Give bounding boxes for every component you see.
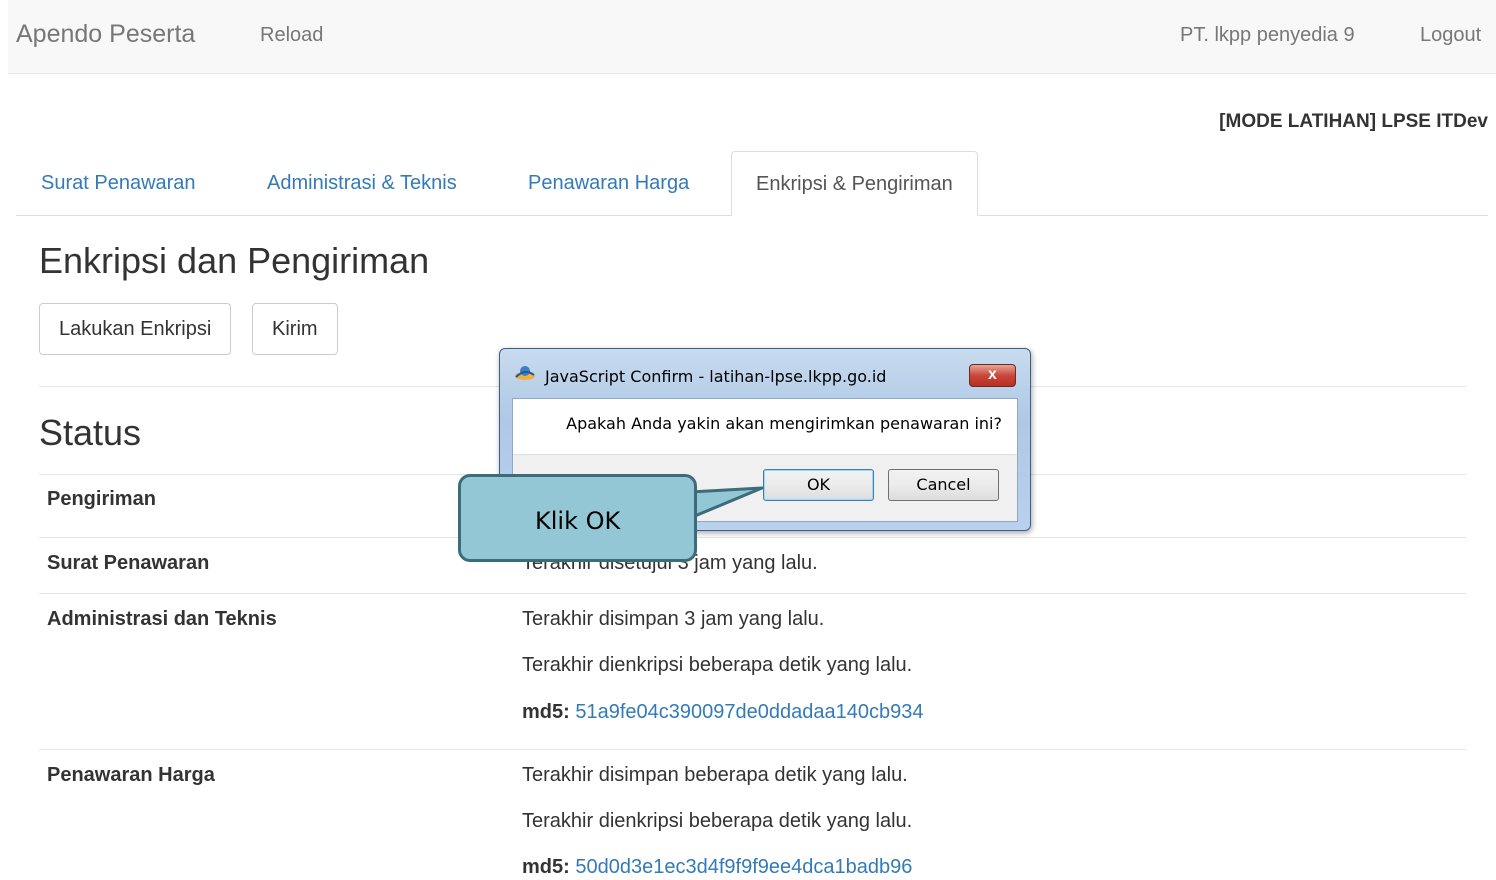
status-row-label-pengiriman: Pengiriman: [47, 488, 156, 510]
md5-label: md5:: [522, 856, 570, 878]
dialog-title: JavaScript Confirm - latihan-lpse.lkpp.g…: [545, 367, 887, 386]
status-row-label-administrasi: Administrasi dan Teknis: [47, 608, 277, 630]
tab-penawaran-harga[interactable]: Penawaran Harga: [528, 151, 689, 216]
mode-label: [MODE LATIHAN] LPSE ITDev: [1219, 111, 1488, 132]
status-title: Status: [39, 412, 142, 453]
tab-surat-penawaran[interactable]: Surat Penawaran: [41, 151, 196, 216]
status-row-text: Terakhir disimpan 3 jam yang lalu.: [522, 608, 825, 630]
dialog-message: Apakah Anda yakin akan mengirimkan penaw…: [566, 414, 1002, 433]
callout-pointer: [690, 486, 764, 520]
md5-line: md5: 51a9fe04c390097de0ddadaa140cb934: [522, 701, 923, 724]
encrypt-button[interactable]: Lakukan Enkripsi: [39, 303, 232, 355]
table-divider: [39, 537, 1466, 538]
status-row-label-surat: Surat Penawaran: [47, 552, 210, 574]
table-divider: [39, 593, 1466, 594]
md5-link[interactable]: 51a9fe04c390097de0ddadaa140cb934: [575, 701, 923, 723]
tab-enkripsi-pengiriman[interactable]: Enkripsi & Pengiriman: [731, 151, 978, 216]
md5-label: md5:: [522, 701, 570, 723]
status-row-label-harga: Penawaran Harga: [47, 764, 215, 786]
user-name-link[interactable]: PT. lkpp penyedia 9: [1180, 24, 1355, 47]
top-navbar: Apendo Peserta Reload PT. lkpp penyedia …: [8, 0, 1496, 74]
ok-button[interactable]: OK: [763, 469, 874, 501]
logout-link[interactable]: Logout: [1420, 24, 1481, 47]
tab-bar: Surat Penawaran Administrasi & Teknis Pe…: [16, 151, 1488, 216]
table-divider: [39, 749, 1466, 750]
status-row-text: Terakhir dienkripsi beberapa detik yang …: [522, 654, 913, 676]
callout-box: Klik OK: [458, 474, 697, 562]
dialog-message-area: Apakah Anda yakin akan mengirimkan penaw…: [513, 399, 1017, 454]
close-icon[interactable]: x: [969, 364, 1016, 387]
reload-link[interactable]: Reload: [260, 24, 323, 47]
page-title: Enkripsi dan Pengiriman: [39, 240, 430, 281]
tab-administrasi-teknis[interactable]: Administrasi & Teknis: [267, 151, 457, 216]
md5-line: md5: 50d0d3e1ec3d4f9f9f9ee4dca1badb96: [522, 856, 912, 879]
browser-icon: [514, 364, 536, 382]
app-brand[interactable]: Apendo Peserta: [16, 20, 195, 49]
status-row-text: Terakhir disimpan beberapa detik yang la…: [522, 764, 908, 786]
status-row-text: Terakhir dienkripsi beberapa detik yang …: [522, 810, 913, 832]
cancel-button[interactable]: Cancel: [888, 469, 999, 501]
send-button[interactable]: Kirim: [252, 303, 338, 355]
callout-text: Klik OK: [535, 507, 621, 535]
md5-link[interactable]: 50d0d3e1ec3d4f9f9f9ee4dca1badb96: [575, 856, 912, 878]
